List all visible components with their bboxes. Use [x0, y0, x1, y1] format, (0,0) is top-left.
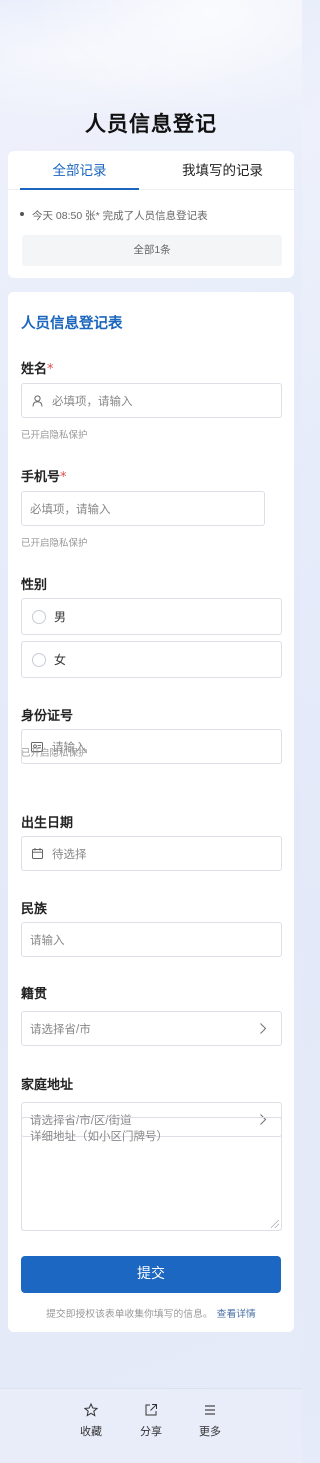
- calendar-icon: [30, 847, 44, 861]
- latest-record-text: 今天 08:50 张* 完成了人员信息登记表: [32, 210, 208, 222]
- menu-icon: [190, 1403, 230, 1419]
- submit-button[interactable]: 提交: [21, 1256, 281, 1293]
- consent-text: 提交即授权该表单收集你填写的信息。 查看详情: [46, 1309, 256, 1320]
- bullet-icon: [20, 211, 24, 216]
- native-place-placeholder: 请选择省/市: [30, 1023, 91, 1036]
- phone-label: 手机号*: [21, 470, 67, 485]
- form-card: 人员信息登记表 姓名* 必填项，请输入 已开启隐私保护 手机号* 必填项，请输入…: [8, 292, 294, 1332]
- address-label: 家庭地址: [21, 1078, 74, 1093]
- view-details-link[interactable]: 查看详情: [217, 1309, 256, 1320]
- records-card: 全部记录 我填写的记录 今天 08:50 张* 完成了人员信息登记表 全部1条: [8, 151, 294, 278]
- birth-label: 出生日期: [21, 816, 74, 831]
- resize-grip-icon[interactable]: [271, 1220, 279, 1228]
- form-heading: 人员信息登记表: [21, 316, 123, 332]
- address-detail-textarea[interactable]: 详细地址（如小区门牌号）: [21, 1117, 282, 1231]
- person-icon: [30, 394, 44, 408]
- records-tabs: 全部记录 我填写的记录: [8, 151, 294, 190]
- radio-icon: [32, 652, 46, 667]
- name-input[interactable]: 必填项，请输入: [21, 383, 282, 418]
- phone-input[interactable]: 必填项，请输入: [21, 491, 265, 526]
- native-place-label: 籍贯: [21, 987, 48, 1002]
- name-privacy-hint: 已开启隐私保护: [21, 430, 88, 441]
- favorite-button[interactable]: 收藏: [71, 1403, 111, 1439]
- id-card-hint: 已开启隐私保护: [21, 748, 88, 759]
- latest-record: 今天 08:50 张* 完成了人员信息登记表: [20, 208, 208, 223]
- ethnicity-placeholder: 请输入: [30, 934, 65, 947]
- share-icon: [131, 1403, 171, 1419]
- ethnicity-label: 民族: [21, 902, 48, 917]
- gender-label: 性别: [21, 578, 48, 593]
- tab-all-records[interactable]: 全部记录: [8, 151, 151, 190]
- gender-option-female[interactable]: 女: [21, 641, 282, 678]
- radio-icon: [32, 609, 46, 624]
- star-icon: [71, 1403, 111, 1419]
- id-card-label: 身份证号: [21, 709, 74, 724]
- name-label: 姓名*: [21, 362, 54, 377]
- ethnicity-input[interactable]: 请输入: [21, 922, 282, 957]
- address-detail-placeholder: 详细地址（如小区门牌号）: [30, 1131, 168, 1143]
- bottom-bar: 收藏 分享 更多: [0, 1388, 302, 1463]
- native-place-select[interactable]: 请选择省/市: [21, 1011, 282, 1046]
- phone-privacy-hint: 已开启隐私保护: [21, 538, 88, 549]
- gender-option-male[interactable]: 男: [21, 598, 282, 635]
- chevron-right-icon: [259, 1022, 271, 1036]
- birth-date-picker[interactable]: 待选择: [21, 836, 282, 871]
- all-records-button[interactable]: 全部1条: [22, 235, 282, 266]
- phone-placeholder: 必填项，请输入: [30, 503, 111, 516]
- more-button[interactable]: 更多: [190, 1403, 230, 1439]
- birth-placeholder: 待选择: [52, 848, 87, 861]
- tab-my-records[interactable]: 我填写的记录: [151, 151, 294, 189]
- page-title: 人员信息登记: [85, 112, 217, 136]
- name-placeholder: 必填项，请输入: [52, 395, 133, 408]
- share-button[interactable]: 分享: [131, 1403, 171, 1439]
